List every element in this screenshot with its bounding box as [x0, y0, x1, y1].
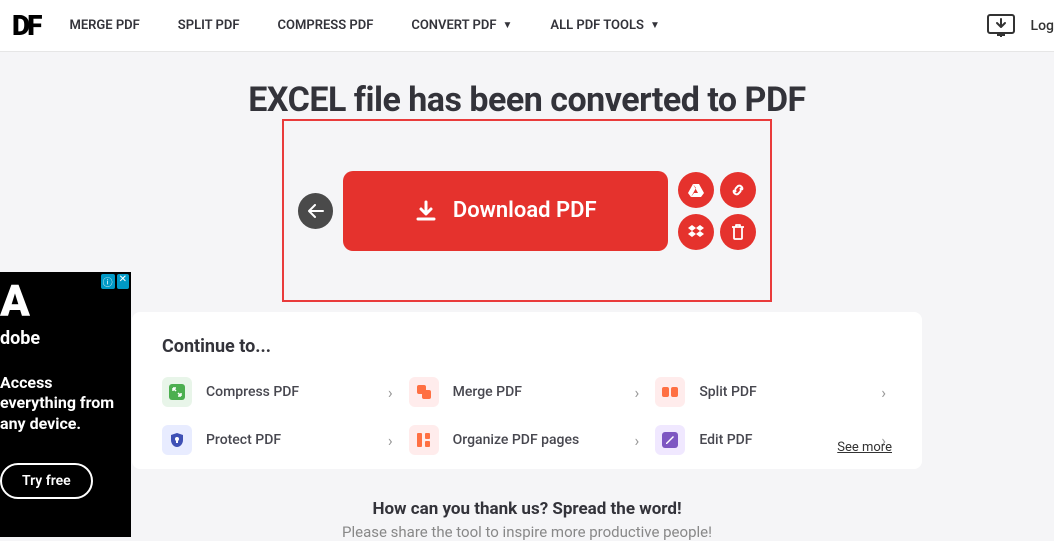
caret-down-icon: ▼ [650, 20, 660, 31]
caret-down-icon: ▼ [503, 20, 513, 31]
share-subtitle: Please share the tool to inspire more pr… [0, 523, 1054, 541]
tool-compress[interactable]: Compress PDF › [162, 377, 399, 407]
tool-label: Edit PDF [699, 432, 752, 448]
logo[interactable]: DF [12, 9, 39, 42]
download-label: Download PDF [453, 198, 597, 223]
download-icon [415, 200, 437, 222]
top-nav: DF MERGE PDF SPLIT PDF COMPRESS PDF CONV… [0, 0, 1054, 52]
share-title: How can you thank us? Spread the word! [0, 499, 1054, 519]
google-drive-button[interactable] [678, 172, 714, 208]
tool-merge[interactable]: Merge PDF › [409, 377, 646, 407]
split-icon [655, 377, 685, 407]
tool-protect[interactable]: Protect PDF › [162, 425, 399, 455]
nav-all-tools[interactable]: ALL PDF TOOLS ▼ [550, 18, 659, 33]
chevron-right-icon: › [388, 431, 393, 450]
tool-label: Organize PDF pages [453, 432, 580, 448]
delete-button[interactable] [720, 214, 756, 250]
google-drive-icon [688, 183, 704, 197]
tool-label: Protect PDF [206, 432, 281, 448]
tool-label: Compress PDF [206, 384, 299, 400]
merge-icon [409, 377, 439, 407]
trash-icon [731, 224, 745, 240]
download-button[interactable]: Download PDF [343, 171, 668, 251]
tool-split[interactable]: Split PDF › [655, 377, 892, 407]
tool-label: Merge PDF [453, 384, 522, 400]
compress-icon [162, 377, 192, 407]
chevron-right-icon: › [635, 383, 640, 402]
ad-brand: dobe [0, 328, 131, 349]
header-right: Log [985, 0, 1054, 52]
protect-icon [162, 425, 192, 455]
continue-card: Continue to... Compress PDF › Merge PDF … [132, 312, 922, 469]
organize-icon [409, 425, 439, 455]
ad-tagline-2: everything from [0, 393, 131, 414]
nav-convert-label: CONVERT PDF [411, 18, 496, 33]
ad-tagline: Access everything from any device. [0, 373, 131, 435]
nav-merge[interactable]: MERGE PDF [69, 18, 139, 33]
sidebar-ad[interactable]: ⓘ✕ A dobe Access everything from any dev… [0, 272, 131, 537]
nav-all-label: ALL PDF TOOLS [550, 18, 644, 33]
continue-heading: Continue to... [162, 336, 892, 357]
chevron-right-icon: › [635, 431, 640, 450]
nav-links: MERGE PDF SPLIT PDF COMPRESS PDF CONVERT… [69, 18, 659, 33]
share-section: How can you thank us? Spread the word! P… [0, 499, 1054, 541]
link-icon [730, 182, 746, 198]
ad-info-icon[interactable]: ⓘ [101, 274, 115, 289]
back-button[interactable] [298, 193, 333, 229]
tool-organize[interactable]: Organize PDF pages › [409, 425, 646, 455]
arrow-left-icon [308, 204, 324, 218]
login-link[interactable]: Log [1031, 18, 1054, 34]
page-title: EXCEL file has been converted to PDF [0, 80, 1054, 120]
download-desktop-icon[interactable] [985, 12, 1017, 40]
tools-grid: Compress PDF › Merge PDF › Split PDF › [162, 377, 892, 455]
download-area: Download PDF [282, 119, 772, 302]
nav-split[interactable]: SPLIT PDF [178, 18, 240, 33]
nav-compress[interactable]: COMPRESS PDF [278, 18, 374, 33]
ad-close-icon[interactable]: ✕ [117, 274, 129, 289]
main-area: EXCEL file has been converted to PDF Dow… [0, 52, 1054, 541]
chevron-right-icon: › [388, 383, 393, 402]
cloud-actions [678, 172, 756, 250]
share-link-button[interactable] [720, 172, 756, 208]
ad-badge[interactable]: ⓘ✕ [101, 274, 129, 289]
edit-icon [655, 425, 685, 455]
ad-cta-button[interactable]: Try free [0, 463, 93, 499]
tool-label: Split PDF [699, 384, 756, 400]
dropbox-button[interactable] [678, 214, 714, 250]
dropbox-icon [688, 225, 704, 239]
ad-tagline-3: any device. [0, 414, 131, 435]
chevron-right-icon: › [881, 383, 886, 402]
nav-convert[interactable]: CONVERT PDF ▼ [411, 18, 512, 33]
ad-tagline-1: Access [0, 373, 131, 394]
see-more-link[interactable]: See more [837, 440, 892, 455]
